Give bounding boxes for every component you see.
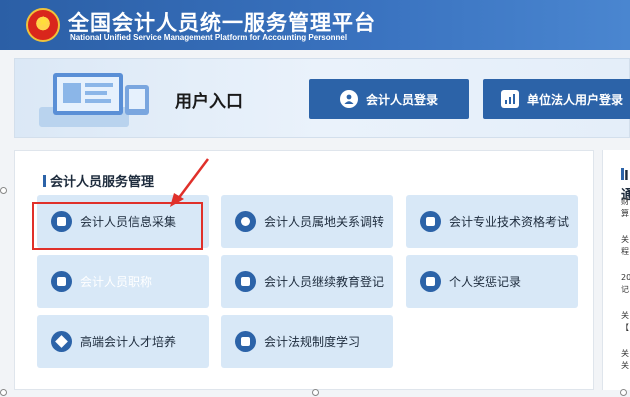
service-label: 会计专业技术资格考试 xyxy=(449,215,570,229)
site-header: 全国会计人员统一服务管理平台 National Unified Service … xyxy=(0,0,630,50)
user-transfer-icon xyxy=(235,211,256,232)
news-item[interactable]: 20 xyxy=(621,272,630,283)
record-icon xyxy=(420,271,441,292)
news-item[interactable]: 【 xyxy=(621,322,629,333)
news-item[interactable]: 记 xyxy=(621,284,629,295)
news-item[interactable]: 关 xyxy=(621,234,629,245)
resize-handle[interactable] xyxy=(0,389,7,396)
user-entry-banner: 用户入口 会计人员登录 单位法人用户登录 xyxy=(14,58,630,138)
play-icon xyxy=(235,331,256,352)
service-qualification-exam[interactable]: 会计专业技术资格考试 xyxy=(406,195,578,248)
education-icon xyxy=(235,271,256,292)
service-regulation-study[interactable]: 会计法规制度学习 xyxy=(221,315,393,368)
news-item[interactable]: 算 xyxy=(621,208,629,219)
news-item[interactable]: 关 xyxy=(621,348,629,359)
news-item[interactable]: 程 xyxy=(621,246,629,257)
service-label: 会计法规制度学习 xyxy=(264,335,361,349)
user-entry-label: 用户入口 xyxy=(175,92,243,112)
service-label: 会计人员继续教育登记 xyxy=(264,275,385,289)
news-item[interactable]: 关 xyxy=(621,360,629,371)
unit-login-label: 单位法人用户登录 xyxy=(527,92,624,107)
service-label: 会计人员属地关系调转 xyxy=(264,215,385,229)
user-icon xyxy=(339,90,358,108)
national-emblem-icon xyxy=(26,8,60,42)
chart-icon xyxy=(501,90,519,108)
service-professional-title[interactable]: 会计人员职称 xyxy=(37,255,209,308)
site-subtitle: National Unified Service Management Plat… xyxy=(70,33,348,42)
service-talent-training[interactable]: 高端会计人才培养 xyxy=(37,315,209,368)
service-label: 会计人员职称 xyxy=(80,275,153,289)
news-item[interactable]: 财 xyxy=(621,196,629,207)
resize-handle[interactable] xyxy=(0,187,7,194)
service-reward-record[interactable]: 个人奖惩记录 xyxy=(406,255,578,308)
annotation-arrow-icon xyxy=(170,158,209,207)
service-relationship-transfer[interactable]: 会计人员属地关系调转 xyxy=(221,195,393,248)
service-label: 高端会计人才培养 xyxy=(80,335,177,349)
graduation-cap-icon xyxy=(51,331,72,352)
exam-icon xyxy=(420,211,441,232)
title-icon xyxy=(51,271,72,292)
news-item[interactable]: 关 xyxy=(621,310,629,321)
unit-login-button[interactable]: 单位法人用户登录 xyxy=(483,79,630,119)
service-label: 个人奖惩记录 xyxy=(449,275,522,289)
resize-handle[interactable] xyxy=(620,389,627,396)
services-panel: 会计人员服务管理 会计人员信息采集 会计人员属地关系调转 会计专业技术资格考试 … xyxy=(14,150,594,390)
computer-illustration-icon xyxy=(39,73,149,127)
section-title: 会计人员服务管理 xyxy=(43,171,154,190)
resize-handle[interactable] xyxy=(312,389,319,396)
accountant-login-label: 会计人员登录 xyxy=(365,92,438,107)
accountant-login-button[interactable]: 会计人员登录 xyxy=(309,79,469,119)
service-continuing-education[interactable]: 会计人员继续教育登记 xyxy=(221,255,393,308)
right-news-panel: I通 财 算 关 程 20 记 关 【 关 关 xyxy=(602,150,630,390)
